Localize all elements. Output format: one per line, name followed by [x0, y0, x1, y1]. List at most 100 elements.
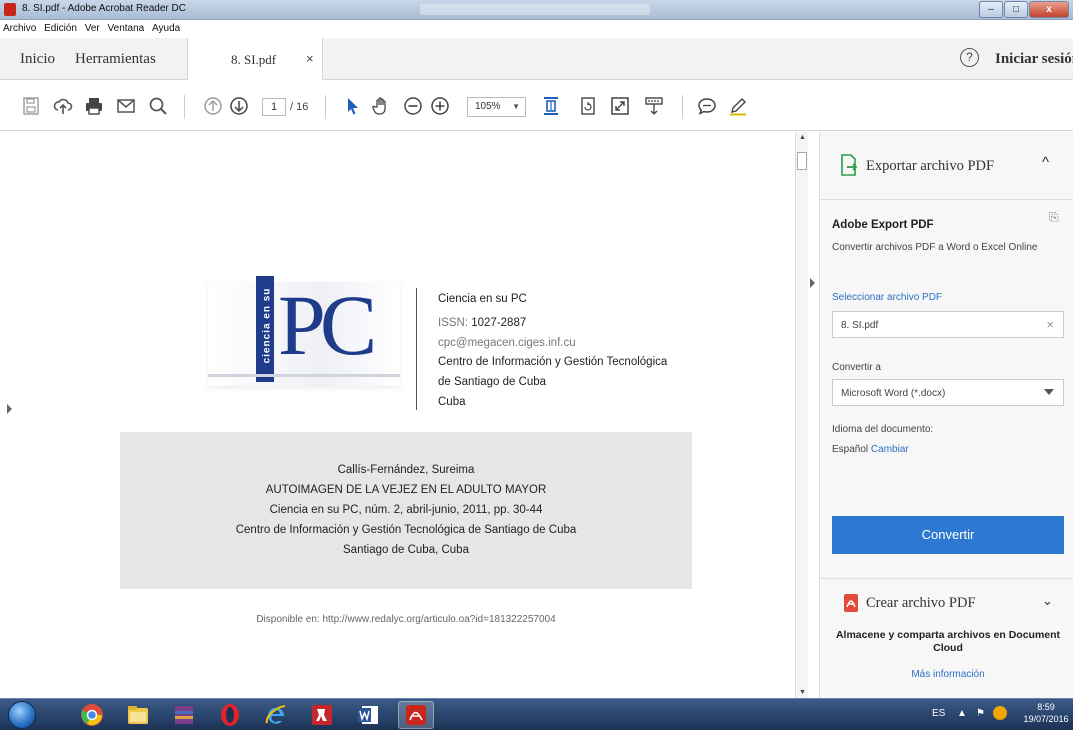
- logo-pc-text: PC: [278, 277, 377, 373]
- document-scrollbar[interactable]: ▲ ▼: [795, 132, 808, 698]
- zoom-in-icon[interactable]: [429, 95, 451, 117]
- export-pdf-header[interactable]: Exportar archivo PDF ^: [820, 132, 1073, 200]
- comment-icon[interactable]: [696, 95, 718, 117]
- scroll-thumb[interactable]: [797, 152, 807, 170]
- convert-button[interactable]: Convertir: [832, 516, 1064, 554]
- word-taskbar-icon[interactable]: [350, 701, 386, 729]
- issn-label: ISSN:: [438, 317, 469, 329]
- logo-vertical-text: ciencia en su: [261, 287, 273, 364]
- chevron-up-icon[interactable]: ^: [1042, 154, 1049, 171]
- copy-link-icon[interactable]: ⎘: [1049, 210, 1059, 225]
- citation-author: Callís-Fernández, Sureima: [337, 464, 475, 476]
- scroll-up-icon[interactable]: ▲: [799, 134, 806, 141]
- toolbar-divider: [184, 95, 185, 119]
- available-at-link[interactable]: Disponible en: http://www.redalyc.org/ar…: [120, 614, 692, 625]
- export-pdf-icon: [840, 154, 858, 181]
- acrobat-taskbar-icon[interactable]: [398, 701, 434, 729]
- select-cursor-icon[interactable]: [342, 95, 364, 117]
- journal-logo: ciencia en su PC: [208, 276, 400, 386]
- tab-inicio[interactable]: Inicio: [20, 51, 55, 68]
- header-divider: [416, 288, 417, 410]
- opera-taskbar-icon[interactable]: [212, 701, 248, 729]
- journal-country: Cuba: [438, 396, 466, 408]
- scroll-down-icon[interactable]: ▼: [799, 689, 806, 696]
- service-name: Adobe Export PDF: [832, 219, 934, 231]
- toolbar-divider: [325, 95, 326, 119]
- journal-email: cpc@megacen.ciges.inf.cu: [438, 337, 576, 349]
- print-icon[interactable]: [83, 95, 105, 117]
- document-cloud-description: Almacene y comparta archivos en Document…: [835, 629, 1061, 654]
- convert-format-select[interactable]: Microsoft Word (*.docx): [832, 379, 1064, 406]
- doc-language-row: Español Cambiar: [832, 444, 909, 455]
- page-number-input[interactable]: 1: [262, 98, 286, 116]
- select-file-link[interactable]: Seleccionar archivo PDF: [832, 292, 942, 303]
- doc-language-label: Idioma del documento:: [832, 424, 934, 435]
- selected-file-name: 8. SI.pdf: [841, 320, 879, 331]
- title-bar: 8. SI.pdf - Adobe Acrobat Reader DC – □ …: [0, 0, 1073, 20]
- blurred-title-region: [420, 4, 650, 15]
- citation-box: Callís-Fernández, Sureima AUTOIMAGEN DE …: [120, 432, 692, 589]
- tab-document-label: 8. SI.pdf: [231, 52, 277, 67]
- explorer-taskbar-icon[interactable]: [120, 701, 156, 729]
- clock-time: 8:59: [1037, 702, 1055, 712]
- zynga-taskbar-icon[interactable]: [304, 701, 340, 729]
- create-pdf-title[interactable]: Crear archivo PDF: [866, 595, 976, 612]
- full-screen-icon[interactable]: [609, 95, 631, 117]
- highlight-pen-icon[interactable]: [727, 95, 749, 117]
- clear-file-icon[interactable]: ×: [1046, 317, 1054, 332]
- ie-taskbar-icon[interactable]: [258, 701, 294, 729]
- export-pdf-title: Exportar archivo PDF: [866, 158, 995, 174]
- tab-document[interactable]: 8. SI.pdf ×: [187, 38, 323, 80]
- help-icon[interactable]: ?: [960, 48, 979, 67]
- change-language-link[interactable]: Cambiar: [871, 444, 909, 455]
- update-notification-icon[interactable]: [993, 706, 1007, 720]
- show-hidden-icons-icon[interactable]: ▲: [957, 708, 967, 719]
- system-clock[interactable]: 8:59 19/07/2016: [1022, 701, 1070, 725]
- signin-link[interactable]: Iniciar sesión: [995, 51, 1073, 68]
- search-icon[interactable]: [147, 95, 169, 117]
- action-center-flag-icon[interactable]: ⚑: [976, 708, 985, 719]
- menu-ver[interactable]: Ver: [82, 20, 102, 34]
- more-info-link[interactable]: Más información: [830, 669, 1066, 680]
- menu-edicion[interactable]: Edición: [41, 20, 79, 34]
- create-pdf-section: Crear archivo PDF ⌄ Almacene y comparta …: [820, 578, 1073, 698]
- read-mode-icon[interactable]: [643, 95, 665, 117]
- institution-line1: Centro de Información y Gestión Tecnológ…: [438, 356, 668, 368]
- zoom-out-icon[interactable]: [402, 95, 424, 117]
- start-button[interactable]: [8, 701, 36, 729]
- close-window-button[interactable]: x: [1029, 1, 1069, 18]
- fit-page-icon[interactable]: [540, 95, 562, 117]
- chevron-down-icon: [1044, 389, 1054, 395]
- chevron-down-icon[interactable]: ⌄: [1042, 593, 1053, 609]
- rotate-page-icon[interactable]: [577, 95, 599, 117]
- clock-date: 19/07/2016: [1023, 714, 1069, 724]
- hand-tool-icon[interactable]: [370, 95, 392, 117]
- menu-bar: Archivo Edición Ver Ventana Ayuda: [0, 20, 1073, 38]
- left-panel-expand-icon[interactable]: [7, 404, 12, 414]
- chrome-taskbar-icon[interactable]: [74, 701, 110, 729]
- save-icon[interactable]: [20, 95, 42, 117]
- close-tab-icon[interactable]: ×: [306, 51, 314, 66]
- menu-ayuda[interactable]: Ayuda: [149, 20, 182, 34]
- document-viewer[interactable]: ciencia en su PC Ciencia en su PC ISSN: …: [0, 132, 795, 698]
- selected-file-field[interactable]: 8. SI.pdf ×: [832, 311, 1064, 338]
- right-panel-collapse-icon[interactable]: [810, 278, 815, 288]
- next-page-icon[interactable]: [228, 95, 250, 117]
- cloud-upload-icon[interactable]: [52, 95, 74, 117]
- email-icon[interactable]: [115, 95, 137, 117]
- tools-pane: Exportar archivo PDF ^ Adobe Export PDF …: [819, 132, 1073, 698]
- prev-page-icon[interactable]: [202, 95, 224, 117]
- menu-archivo[interactable]: Archivo: [0, 20, 38, 34]
- language-indicator[interactable]: ES: [932, 708, 945, 719]
- menu-ventana[interactable]: Ventana: [105, 20, 147, 34]
- maximize-button[interactable]: □: [1004, 1, 1028, 18]
- zoom-level-select[interactable]: 105% ▼: [467, 97, 526, 117]
- logo-stripe: [208, 374, 400, 377]
- winrar-taskbar-icon[interactable]: [166, 701, 202, 729]
- acrobat-app-icon: [4, 3, 16, 16]
- minimize-button[interactable]: –: [979, 1, 1003, 18]
- journal-name: Ciencia en su PC: [438, 293, 527, 305]
- tab-herramientas[interactable]: Herramientas: [75, 51, 156, 68]
- logo-vertical-bar: ciencia en su: [256, 276, 274, 382]
- toolbar-divider: [682, 95, 683, 119]
